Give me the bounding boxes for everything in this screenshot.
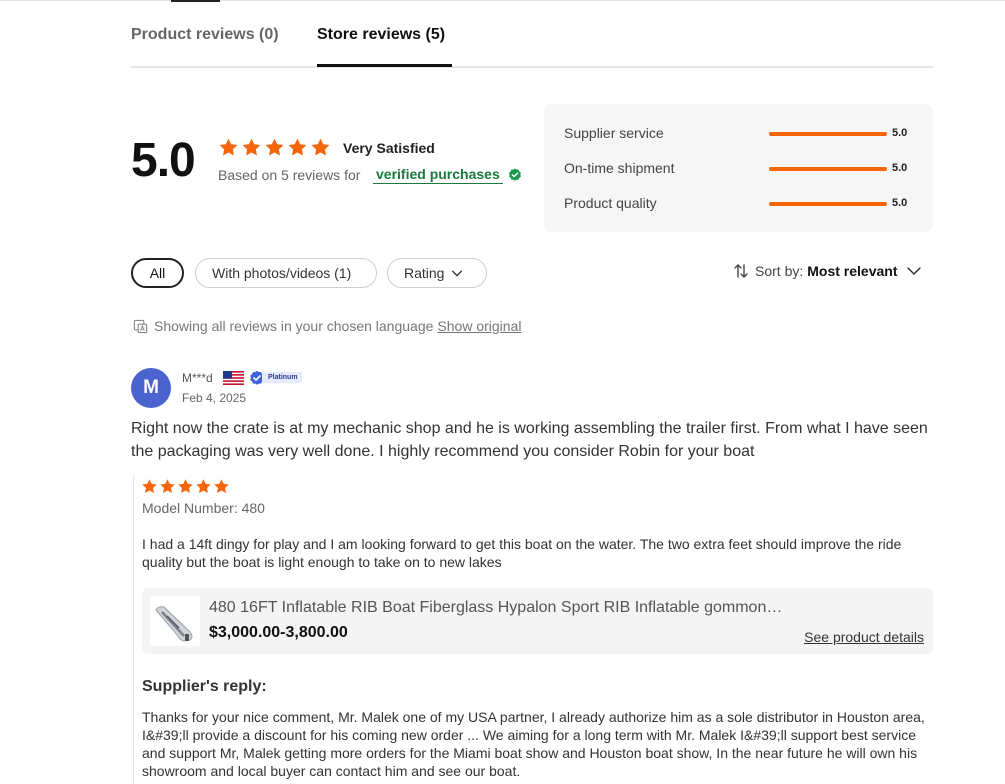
rating-row-product-quality: Product quality 5.0 bbox=[564, 195, 924, 215]
product-price: $3,000.00-3,800.00 bbox=[209, 624, 348, 641]
star-icon bbox=[242, 138, 261, 156]
product-card[interactable]: 480 16FT Inflatable RIB Boat Fiberglass … bbox=[142, 588, 933, 654]
model-number-value: 480 bbox=[241, 500, 265, 516]
review-detail-divider bbox=[133, 475, 134, 784]
rating-value: 5.0 bbox=[892, 127, 908, 139]
verified-purchases-link[interactable]: verified purchases bbox=[373, 166, 503, 184]
based-on-text: Based on 5 reviews for bbox=[218, 167, 361, 183]
rating-value: 5.0 bbox=[892, 162, 908, 174]
filter-all-button[interactable]: All bbox=[131, 258, 184, 288]
rating-label: Product quality bbox=[564, 195, 657, 211]
see-product-details-link[interactable]: See product details bbox=[804, 629, 924, 645]
rating-bar bbox=[769, 132, 887, 136]
sort-value: Most relevant bbox=[807, 263, 898, 279]
filter-rating-dropdown[interactable]: Rating bbox=[387, 258, 487, 288]
star-icon bbox=[178, 479, 193, 493]
filter-rating-label: Rating bbox=[404, 265, 445, 281]
rating-row-supplier-service: Supplier service 5.0 bbox=[564, 125, 924, 145]
model-number: Model Number: 480 bbox=[142, 500, 265, 516]
model-number-label: Model Number: bbox=[142, 500, 238, 516]
rating-label: Supplier service bbox=[564, 125, 664, 141]
star-icon bbox=[142, 479, 157, 493]
chevron-down-icon bbox=[452, 270, 463, 277]
star-icon bbox=[265, 138, 284, 156]
star-icon bbox=[288, 138, 307, 156]
tab-store-reviews[interactable]: Store reviews (5) bbox=[317, 26, 445, 44]
rating-bar bbox=[769, 167, 887, 171]
rating-breakdown-panel: Supplier service 5.0 On-time shipment 5.… bbox=[544, 104, 933, 232]
translate-icon bbox=[133, 319, 148, 333]
show-original-link[interactable]: Show original bbox=[437, 318, 521, 334]
overall-star-rating bbox=[218, 137, 331, 158]
verified-check-icon bbox=[509, 168, 521, 181]
active-tab-underline bbox=[317, 64, 452, 67]
review-tabs: Product reviews (0) Store reviews (5) bbox=[131, 0, 933, 68]
product-name: 480 16FT Inflatable RIB Boat Fiberglass … bbox=[209, 599, 789, 616]
rating-row-on-time-shipment: On-time shipment 5.0 bbox=[564, 160, 924, 180]
satisfaction-label: Very Satisfied bbox=[343, 140, 435, 156]
review-star-rating bbox=[141, 478, 230, 495]
star-icon bbox=[160, 479, 175, 493]
sort-label: Sort by: bbox=[755, 263, 804, 279]
chevron-down-icon bbox=[906, 267, 921, 275]
filter-photos-button[interactable]: With photos/videos (1) bbox=[195, 258, 377, 288]
review-text: Right now the crate is at my mechanic sh… bbox=[131, 420, 928, 460]
star-icon bbox=[219, 138, 238, 156]
platinum-badge-label: Platinum bbox=[262, 372, 302, 383]
supplier-reply-title: Supplier's reply: bbox=[142, 678, 267, 695]
overall-score: 5.0 bbox=[131, 134, 196, 187]
platinum-badge: Platinum bbox=[249, 370, 302, 385]
supplier-reply-text: Thanks for your nice comment, Mr. Malek … bbox=[142, 709, 925, 779]
star-icon bbox=[196, 479, 211, 493]
rating-bar bbox=[769, 202, 887, 206]
avatar: M bbox=[131, 368, 171, 408]
sort-icon bbox=[734, 264, 748, 278]
language-notice-text: Showing all reviews in your chosen langu… bbox=[154, 318, 434, 334]
sort-dropdown[interactable]: Sort by: Most relevant bbox=[733, 263, 922, 279]
star-icon bbox=[311, 138, 330, 156]
language-notice: Showing all reviews in your chosen langu… bbox=[133, 318, 521, 334]
tab-product-reviews[interactable]: Product reviews (0) bbox=[131, 26, 279, 44]
rating-value: 5.0 bbox=[892, 197, 908, 209]
review-detail-text: I had a 14ft dingy for play and I am loo… bbox=[142, 536, 902, 570]
product-thumbnail bbox=[150, 596, 200, 646]
us-flag-icon bbox=[223, 371, 244, 385]
star-icon bbox=[214, 479, 229, 493]
review-date: Feb 4, 2025 bbox=[182, 391, 247, 405]
reviewer-name: M***d bbox=[182, 371, 213, 385]
rating-label: On-time shipment bbox=[564, 160, 675, 176]
